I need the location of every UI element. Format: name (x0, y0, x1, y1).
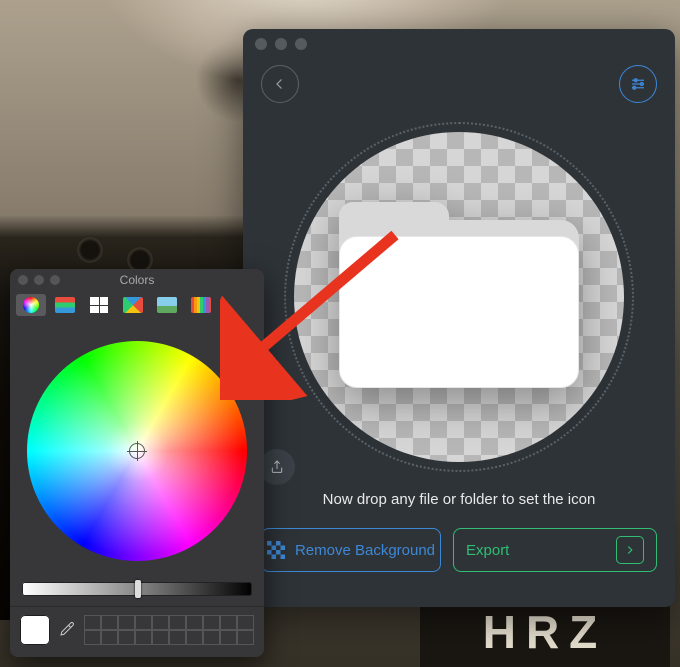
traffic-zoom[interactable] (295, 38, 307, 50)
remove-background-button[interactable]: Remove Background (261, 528, 441, 572)
share-icon (269, 459, 285, 475)
colors-traffic-zoom[interactable] (50, 275, 60, 285)
brightness-slider[interactable] (22, 582, 252, 596)
wallpaper-license-plate: HRZ (420, 597, 670, 667)
tab-color-sliders[interactable] (50, 294, 80, 316)
brightness-knob[interactable] (135, 580, 141, 598)
colors-traffic-close[interactable] (18, 275, 28, 285)
arrow-left-icon (271, 75, 289, 93)
tab-color-spectrum[interactable] (118, 294, 148, 316)
colors-title: Colors (120, 273, 155, 287)
folder-icon-preview (339, 202, 579, 392)
icon-drop-zone[interactable] (284, 122, 634, 472)
back-button[interactable] (261, 65, 299, 103)
eyedropper-icon (58, 620, 76, 638)
sliders-icon (629, 75, 647, 93)
settings-button[interactable] (619, 65, 657, 103)
tab-pencils[interactable] (186, 294, 216, 316)
app-titlebar (243, 29, 675, 59)
colors-titlebar: Colors (10, 269, 264, 291)
current-color-swatch[interactable] (20, 615, 50, 645)
traffic-minimize[interactable] (275, 38, 287, 50)
tab-color-palettes[interactable] (84, 294, 114, 316)
color-mode-tabs (10, 291, 264, 319)
tab-color-wheel[interactable] (16, 294, 46, 316)
checker-icon (267, 541, 285, 559)
saved-swatches[interactable] (84, 615, 254, 645)
drop-hint-text: Now drop any file or folder to set the i… (243, 487, 675, 516)
export-icon (616, 536, 644, 564)
tab-image-picker[interactable] (152, 294, 182, 316)
export-button[interactable]: Export (453, 528, 657, 572)
colors-panel: Colors (10, 269, 264, 657)
remove-background-label: Remove Background (295, 542, 435, 559)
colors-traffic-minimize[interactable] (34, 275, 44, 285)
icon-editor-window: Now drop any file or folder to set the i… (243, 29, 675, 607)
eyedropper-button[interactable] (58, 620, 76, 641)
traffic-close[interactable] (255, 38, 267, 50)
color-wheel[interactable] (27, 341, 247, 561)
color-wheel-cursor[interactable] (129, 443, 145, 459)
share-button[interactable] (259, 449, 295, 485)
export-label: Export (466, 542, 509, 559)
